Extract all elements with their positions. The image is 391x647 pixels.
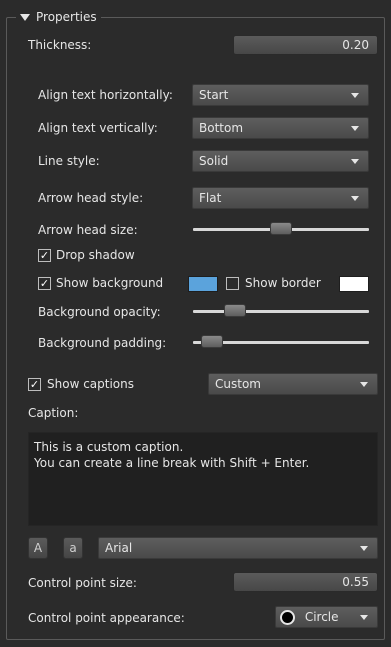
background-opacity-slider[interactable] [193, 310, 369, 313]
show-background-checkbox[interactable]: ✓ [38, 277, 51, 290]
chevron-down-icon [351, 126, 359, 131]
align-vertical-select[interactable]: Bottom [192, 117, 369, 139]
align-horizontal-value: Start [199, 88, 229, 102]
background-opacity-handle[interactable] [223, 304, 246, 317]
font-family-value: Arial [105, 541, 133, 555]
chevron-down-icon [351, 196, 359, 201]
caption-mode-select[interactable]: Custom [208, 373, 378, 395]
control-point-size-spinbox[interactable]: 0.55 [233, 572, 378, 592]
caption-mode-value: Custom [215, 377, 261, 391]
background-padding-handle[interactable] [200, 335, 223, 348]
show-border-checkbox[interactable] [226, 277, 239, 290]
show-border-label: Show border [245, 276, 321, 290]
circle-icon [280, 610, 295, 625]
chevron-down-icon [360, 546, 368, 551]
chevron-down-icon [360, 382, 368, 387]
caption-label: Caption: [28, 406, 79, 420]
thickness-label: Thickness: [28, 38, 92, 52]
arrow-head-style-label: Arrow head style: [38, 191, 144, 205]
background-padding-label: Background padding: [38, 336, 167, 350]
drop-shadow-checkbox[interactable]: ✓ [38, 249, 51, 262]
drop-shadow-label: Drop shadow [56, 248, 135, 262]
collapse-triangle-icon[interactable] [20, 13, 30, 21]
chevron-down-icon [360, 615, 368, 620]
chevron-down-icon [351, 93, 359, 98]
properties-header[interactable]: Properties [16, 8, 101, 26]
font-family-select[interactable]: Arial [98, 537, 378, 559]
line-style-label: Line style: [38, 154, 100, 168]
caption-line-1: This is a custom caption. [34, 440, 184, 454]
control-point-size-label: Control point size: [28, 576, 137, 590]
font-uppercase-button[interactable]: A [28, 537, 48, 559]
chevron-down-icon [351, 159, 359, 164]
caption-line-2: You can create a line break with Shift +… [34, 456, 310, 470]
control-point-appearance-value: Circle [304, 610, 339, 624]
align-horizontal-label: Align text horizontally: [38, 88, 173, 102]
arrow-head-size-handle[interactable] [270, 222, 292, 235]
arrow-head-style-select[interactable]: Flat [192, 187, 369, 209]
background-color-swatch[interactable] [188, 276, 218, 292]
arrow-head-style-value: Flat [199, 191, 222, 205]
thickness-spinbox[interactable]: 0.20 [233, 35, 378, 55]
show-captions-label: Show captions [47, 377, 134, 391]
caption-textarea[interactable]: This is a custom caption. You can create… [28, 432, 378, 526]
align-vertical-value: Bottom [199, 121, 244, 135]
align-vertical-label: Align text vertically: [38, 121, 158, 135]
show-background-label: Show background [56, 276, 164, 290]
background-opacity-label: Background opacity: [38, 305, 161, 319]
control-point-appearance-label: Control point appearance: [28, 611, 185, 625]
panel-title: Properties [36, 10, 97, 24]
show-captions-checkbox[interactable]: ✓ [28, 378, 41, 391]
line-style-value: Solid [199, 154, 229, 168]
control-point-appearance-select[interactable]: Circle [275, 606, 378, 628]
line-style-select[interactable]: Solid [192, 150, 369, 172]
font-lowercase-button[interactable]: a [63, 537, 83, 559]
border-color-swatch[interactable] [339, 276, 369, 292]
align-horizontal-select[interactable]: Start [192, 84, 369, 106]
arrow-head-size-label: Arrow head size: [38, 223, 138, 237]
